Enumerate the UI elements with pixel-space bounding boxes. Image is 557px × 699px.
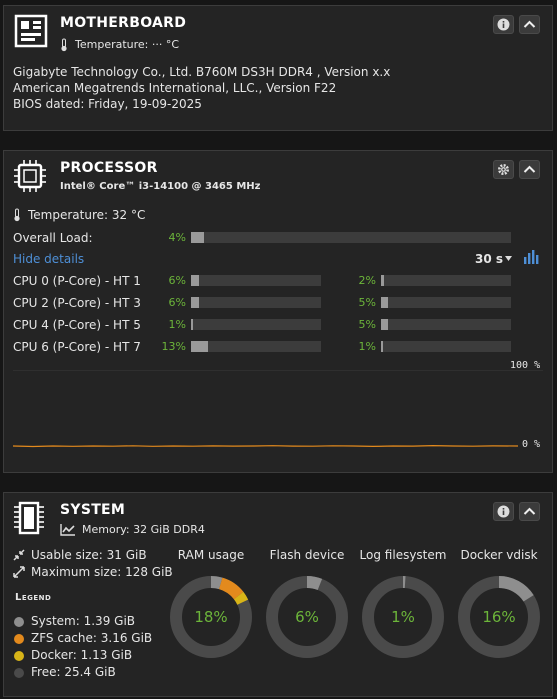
core-load-a-value: 1% bbox=[168, 318, 186, 331]
legend-swatch bbox=[14, 668, 24, 678]
chevron-up-icon bbox=[523, 20, 536, 28]
motherboard-temperature: Temperature: ··· °C bbox=[75, 38, 180, 51]
legend-swatch bbox=[14, 634, 24, 644]
core-load-a-fill bbox=[191, 275, 199, 286]
thermometer-icon bbox=[14, 208, 20, 222]
hide-details-link[interactable]: Hide details bbox=[13, 252, 84, 266]
motherboard-manufacturer: Gigabyte Technology Co., Ltd. B760M DS3H… bbox=[13, 65, 391, 79]
core-load-b-fill bbox=[381, 319, 388, 330]
legend-swatch bbox=[14, 617, 24, 627]
gear-icon bbox=[498, 164, 509, 175]
interval-select[interactable]: 30 s bbox=[475, 252, 503, 266]
core-load-a-fill bbox=[191, 297, 199, 308]
gauge-label: RAM usage bbox=[177, 548, 245, 562]
chart-top-line bbox=[13, 370, 543, 371]
processor-panel: PROCESSOR Intel® Core™ i3-14100 @ 3465 M… bbox=[3, 150, 553, 473]
line-chart-icon bbox=[60, 524, 75, 536]
core-load-b-value: 5% bbox=[358, 318, 376, 331]
memory-chip-icon bbox=[14, 501, 44, 535]
page-title: MOTHERBOARD bbox=[60, 15, 187, 31]
legend-swatch bbox=[14, 651, 24, 661]
core-label: CPU 4 (P-Core) - HT 5 bbox=[13, 318, 141, 332]
motherboard-panel: MOTHERBOARD Temperature: ··· °C Gigabyte… bbox=[3, 5, 553, 131]
processor-temperature: Temperature: 32 °C bbox=[28, 208, 146, 222]
expand-icon bbox=[13, 566, 25, 578]
overall-load-label: Overall Load: bbox=[13, 231, 93, 245]
info-icon bbox=[497, 505, 510, 518]
legend-item: System: 1.39 GiB bbox=[31, 614, 136, 628]
chevron-up-icon bbox=[523, 165, 536, 173]
chevron-up-icon bbox=[523, 507, 536, 515]
compress-icon bbox=[13, 549, 25, 561]
dropdown-icon[interactable] bbox=[505, 256, 512, 262]
core-load-b-bar bbox=[381, 341, 511, 352]
core-load-a-value: 6% bbox=[168, 274, 186, 287]
core-load-a-fill bbox=[191, 341, 208, 352]
overall-load-bar bbox=[191, 232, 511, 243]
gauge-value: 1% bbox=[391, 608, 415, 626]
gauge-value: 16% bbox=[482, 608, 516, 626]
page-title: SYSTEM bbox=[60, 502, 126, 518]
core-label: CPU 0 (P-Core) - HT 1 bbox=[13, 274, 141, 288]
processor-model: Intel® Core™ i3-14100 @ 3465 MHz bbox=[60, 181, 261, 192]
gauge-label: Flash device bbox=[269, 548, 345, 562]
core-load-a-bar bbox=[191, 275, 321, 286]
core-load-a-bar bbox=[191, 319, 321, 330]
bios-vendor: American Megatrends International, LLC.,… bbox=[13, 81, 337, 95]
core-label: CPU 2 (P-Core) - HT 3 bbox=[13, 296, 141, 310]
core-load-b-fill bbox=[381, 275, 384, 286]
legend-title: Legend bbox=[15, 592, 52, 603]
collapse-button[interactable] bbox=[519, 15, 540, 34]
memory-summary: Memory: 32 GiB DDR4 bbox=[82, 523, 205, 536]
gauge-value: 6% bbox=[295, 608, 319, 626]
collapse-button[interactable] bbox=[519, 502, 540, 521]
thermometer-icon bbox=[61, 38, 67, 52]
core-load-b-fill bbox=[381, 297, 388, 308]
overall-load-fill bbox=[191, 232, 204, 243]
settings-button[interactable] bbox=[493, 160, 514, 179]
gauge-label: Log filesystem bbox=[359, 548, 447, 562]
core-load-b-value: 5% bbox=[358, 296, 376, 309]
core-load-b-fill bbox=[381, 341, 383, 352]
maximum-size: Maximum size: 128 GiB bbox=[31, 565, 173, 579]
page-title: PROCESSOR bbox=[60, 160, 158, 176]
core-load-a-fill bbox=[191, 319, 193, 330]
collapse-button[interactable] bbox=[519, 160, 540, 179]
usable-size: Usable size: 31 GiB bbox=[31, 548, 147, 562]
motherboard-icon bbox=[14, 14, 48, 48]
legend-item: Docker: 1.13 GiB bbox=[31, 648, 133, 662]
core-load-a-value: 13% bbox=[161, 340, 186, 353]
bios-date: BIOS dated: Friday, 19-09-2025 bbox=[13, 97, 202, 111]
legend-item: Free: 25.4 GiB bbox=[31, 665, 116, 679]
gauge-value: 18% bbox=[194, 608, 228, 626]
core-load-b-value: 1% bbox=[358, 340, 376, 353]
core-load-b-bar bbox=[381, 319, 511, 330]
core-load-b-bar bbox=[381, 297, 511, 308]
info-icon bbox=[497, 18, 510, 31]
cpu-history-chart bbox=[13, 444, 518, 448]
core-load-b-value: 2% bbox=[358, 274, 376, 287]
info-button[interactable] bbox=[493, 15, 514, 34]
chart-min-label: 0 % bbox=[522, 439, 541, 450]
core-label: CPU 6 (P-Core) - HT 7 bbox=[13, 340, 141, 354]
overall-load-value: 4% bbox=[168, 231, 186, 244]
system-panel: SYSTEM Memory: 32 GiB DDR4 Usable size: … bbox=[3, 492, 553, 697]
core-load-b-bar bbox=[381, 275, 511, 286]
processor-icon bbox=[14, 160, 46, 192]
core-load-a-bar bbox=[191, 297, 321, 308]
bar-chart-icon[interactable] bbox=[523, 249, 540, 265]
core-load-a-bar bbox=[191, 341, 321, 352]
gauge-label: Docker vdisk bbox=[460, 548, 538, 562]
legend-item: ZFS cache: 3.16 GiB bbox=[31, 631, 153, 645]
core-load-a-value: 6% bbox=[168, 296, 186, 309]
info-button[interactable] bbox=[493, 502, 514, 521]
